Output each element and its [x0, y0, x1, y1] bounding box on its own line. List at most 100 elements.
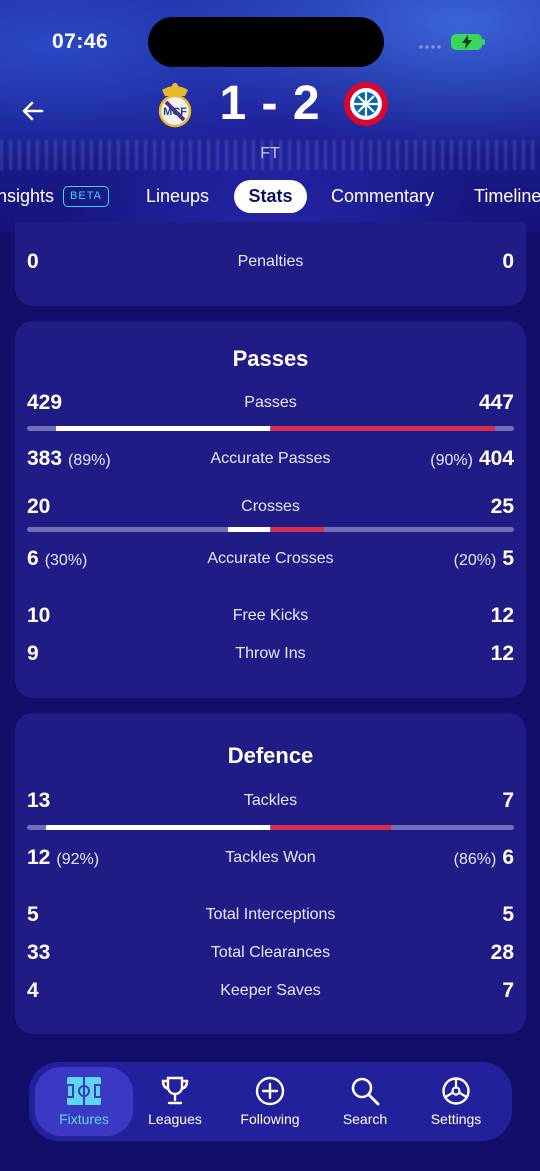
stat-label: Total Interceptions: [205, 906, 336, 923]
defence-card: Defence 13 Tackles 7 12 (92%) Tackles Won…: [15, 713, 526, 1034]
home-score: 1: [219, 77, 248, 130]
section-title: Passes: [232, 346, 309, 371]
away-value: 7: [502, 789, 514, 812]
away-value: 7: [502, 979, 514, 1002]
back-arrow-icon[interactable]: [20, 98, 46, 124]
signal-dots-icon: [418, 44, 442, 50]
dynamic-island: [148, 17, 384, 67]
section-title: Defence: [227, 743, 314, 768]
home-value: 4: [27, 979, 39, 1002]
stat-label: Accurate Passes: [210, 450, 331, 467]
score-separator: -: [261, 77, 279, 130]
stat-row-accurate-crosses: 6 (30%) Accurate Crosses (20%) 5: [15, 547, 526, 573]
stat-row-throw-ins: 9 Throw Ins 12: [15, 642, 526, 668]
away-number: 6: [502, 846, 514, 869]
stat-row-tackles: 13 Tackles 7: [15, 789, 526, 815]
match-score: 1 - 2: [200, 76, 340, 131]
stat-label: Total Clearances: [210, 944, 331, 961]
search-icon: [351, 1077, 380, 1106]
nav-item-fixtures[interactable]: Fixtures: [35, 1072, 133, 1134]
home-bar-fill: [46, 825, 271, 830]
home-value: 20: [27, 495, 51, 518]
tab-stats[interactable]: Stats: [234, 186, 307, 207]
away-bar-fill: [270, 426, 495, 431]
away-value: 12: [490, 642, 514, 665]
away-score: 2: [292, 77, 321, 130]
stat-row-penalties: 0 Penalties 0: [15, 250, 526, 276]
home-value: 429: [27, 391, 63, 414]
battery-charging-icon: [451, 34, 485, 50]
nav-label: Settings: [430, 1111, 482, 1127]
stat-label: Accurate Crosses: [207, 550, 334, 567]
away-percent: (20%): [453, 552, 497, 569]
home-value: 383 (89%): [27, 447, 111, 471]
status-time: 07:46: [52, 30, 109, 53]
home-value: 10: [27, 604, 51, 627]
away-bar-fill: [270, 527, 325, 532]
home-value: 13: [27, 789, 51, 812]
tab-insights[interactable]: Insights: [0, 186, 54, 207]
away-value: 25: [490, 495, 514, 518]
home-number: 6: [27, 547, 39, 570]
stat-label: Tackles: [243, 792, 298, 809]
match-status: FT: [260, 145, 280, 162]
away-bar-fill: [270, 825, 392, 830]
home-number: 12: [27, 846, 51, 869]
away-value: (86%) 6: [454, 846, 514, 870]
home-value: 12 (92%): [27, 846, 99, 870]
nav-label: Leagues: [148, 1111, 202, 1127]
away-percent: (90%): [430, 452, 473, 469]
stat-row-accurate-passes: 383 (89%) Accurate Passes (90%) 404: [15, 447, 526, 473]
nav-label: Following: [240, 1111, 300, 1127]
stat-label: Free Kicks: [232, 607, 309, 624]
home-number: 383: [27, 447, 63, 470]
nav-item-leagues[interactable]: Leagues: [126, 1072, 224, 1134]
home-value: 6 (30%): [27, 547, 87, 571]
stat-row-keeper-saves: 4 Keeper Saves 7: [15, 979, 526, 1005]
home-team-crest-icon[interactable]: MCF: [152, 80, 198, 128]
home-value: 5: [27, 903, 39, 926]
tab-commentary[interactable]: Commentary: [331, 186, 434, 207]
home-bar-fill: [227, 527, 271, 532]
passes-card: Passes 429 Passes 447 383 (89%) Accurate …: [15, 321, 526, 698]
trophy-icon: [161, 1076, 189, 1105]
away-team-crest-icon[interactable]: [343, 80, 389, 128]
comparison-bar: [27, 825, 514, 830]
tab-timeline[interactable]: Timeline: [474, 186, 540, 207]
home-percent: (89%): [68, 452, 111, 469]
nav-item-search[interactable]: Search: [316, 1072, 414, 1134]
plus-circle-icon: [255, 1076, 285, 1106]
pitch-icon: [66, 1077, 102, 1105]
tab-lineups[interactable]: Lineups: [146, 186, 209, 207]
stat-label: Throw Ins: [235, 645, 306, 662]
stat-label: Crosses: [241, 498, 300, 515]
nav-label: Search: [342, 1111, 388, 1127]
away-value: 0: [502, 250, 514, 273]
home-value: 9: [27, 642, 39, 665]
stat-row-total-clearances: 33 Total Clearances 28: [15, 941, 526, 967]
comparison-bar: [27, 426, 514, 431]
away-value: (90%) 404: [430, 447, 514, 471]
discipline-card: 0 Penalties 0: [15, 222, 526, 306]
beta-badge: BETA: [63, 186, 109, 207]
stat-row-passes: 429 Passes 447: [15, 391, 526, 417]
comparison-bar: [27, 527, 514, 532]
stat-row-tackles-won: 12 (92%) Tackles Won (86%) 6: [15, 846, 526, 872]
away-value: 447: [478, 391, 514, 414]
gear-icon: [442, 1077, 470, 1105]
stat-row-crosses: 20 Crosses 25: [15, 495, 526, 521]
nav-label: Fixtures: [59, 1111, 109, 1127]
home-percent: (30%): [44, 552, 88, 569]
away-value: 12: [490, 604, 514, 627]
home-bar-fill: [55, 426, 271, 431]
stat-row-total-interceptions: 5 Total Interceptions 5: [15, 903, 526, 929]
stat-row-free-kicks: 10 Free Kicks 12: [15, 604, 526, 630]
nav-item-settings[interactable]: Settings: [407, 1072, 505, 1134]
stat-label: Tackles Won: [225, 849, 316, 866]
nav-item-following[interactable]: Following: [221, 1072, 319, 1134]
away-number: 5: [502, 547, 514, 570]
home-value: 0: [27, 250, 39, 273]
stat-label: Penalties: [237, 253, 304, 270]
svg-text:MCF: MCF: [163, 106, 187, 118]
stat-label: Passes: [244, 394, 297, 411]
